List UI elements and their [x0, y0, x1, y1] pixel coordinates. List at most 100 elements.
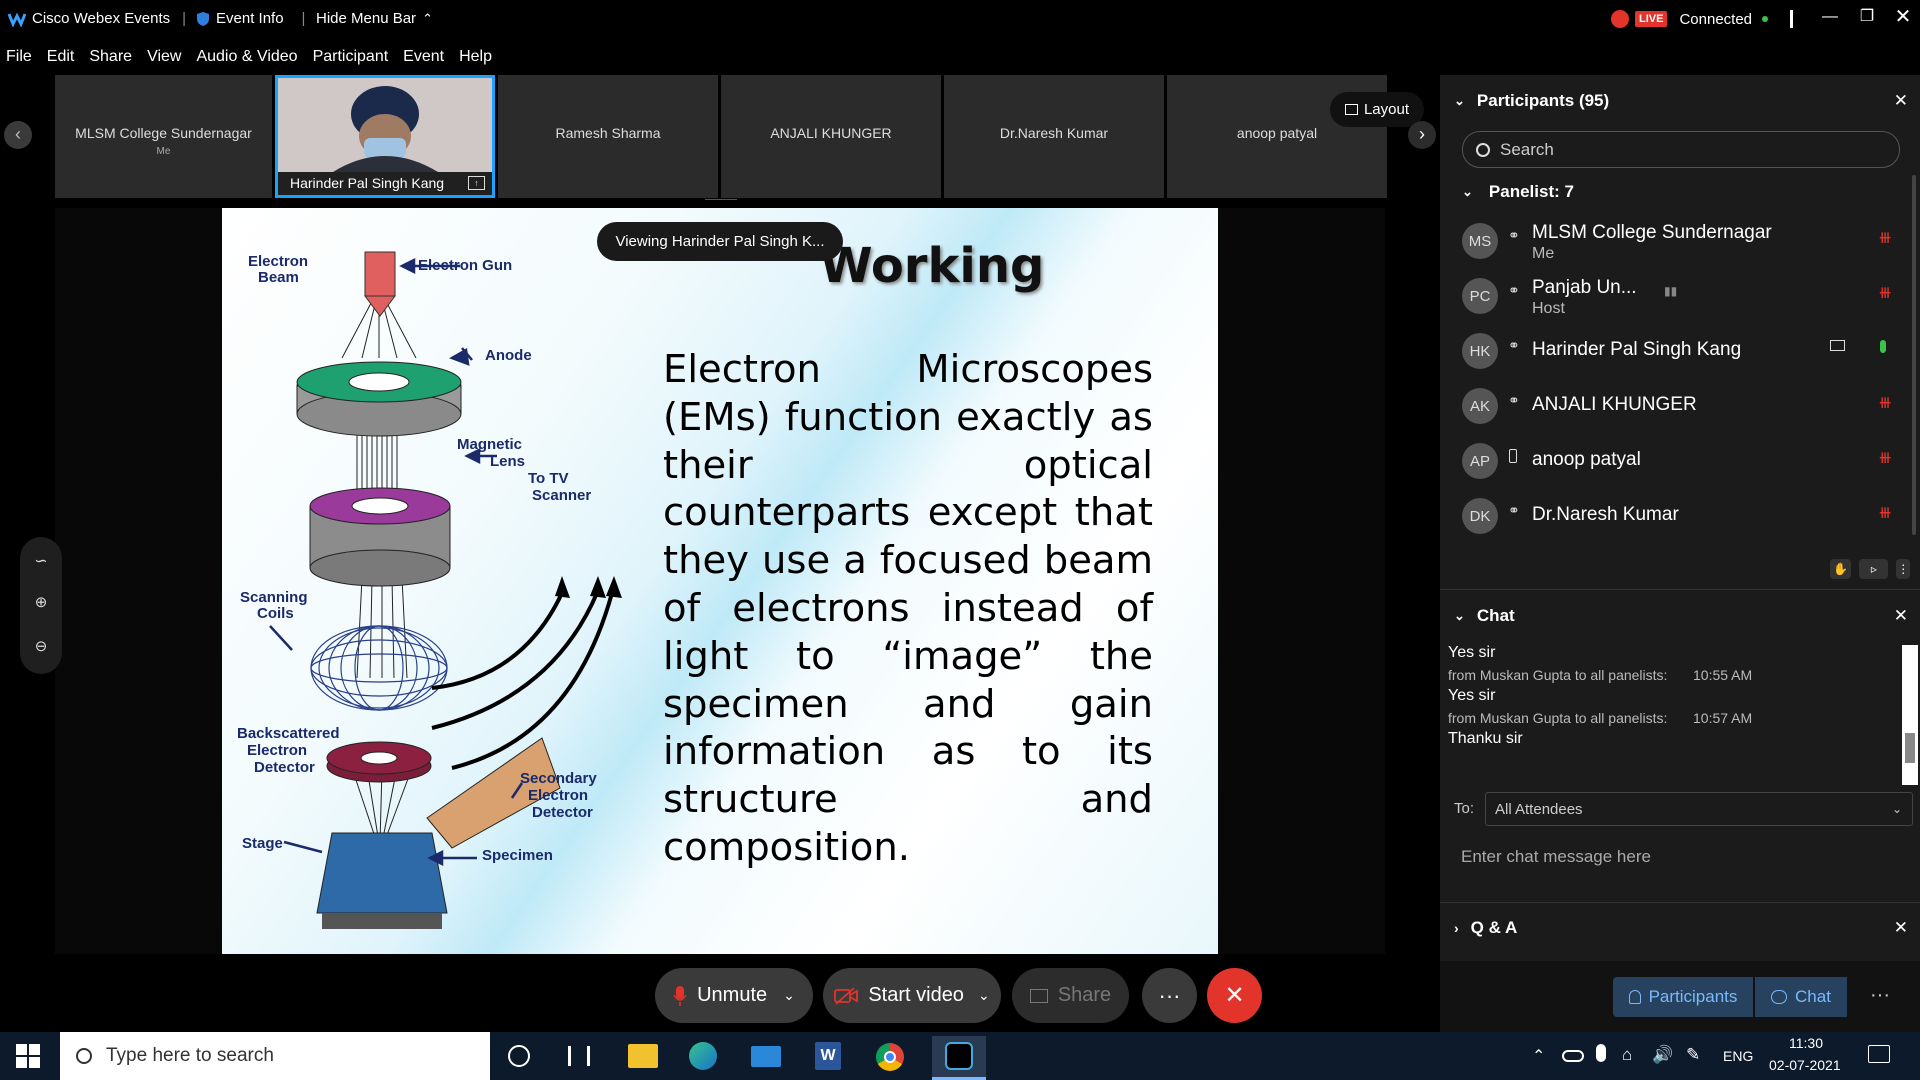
participant-name: MLSM College Sundernagar [1532, 222, 1772, 243]
menu-help[interactable]: Help [459, 48, 492, 66]
close-window-button[interactable]: ✕ [1888, 4, 1918, 28]
video-off-icon [834, 986, 859, 1005]
mic-muted-icon [673, 985, 687, 1006]
mic-muted-icon[interactable]: ⧻ [1878, 283, 1892, 303]
unmute-button[interactable]: Unmute ⌄ [655, 968, 813, 1023]
zoom-in-icon[interactable]: ⊕ [30, 593, 52, 615]
onedrive-icon[interactable] [1562, 1050, 1584, 1062]
chat-input[interactable]: Enter chat message here [1454, 833, 1904, 881]
menu-participant[interactable]: Participant [313, 48, 389, 66]
participant-row[interactable]: MS ⚭ MLSM College Sundernagar Me ⧻ [1440, 213, 1910, 268]
divider [1440, 902, 1920, 903]
microphone-icon[interactable] [1596, 1044, 1606, 1062]
more-vertical-icon[interactable]: ⋮ [1896, 559, 1910, 579]
close-icon[interactable]: ✕ [1894, 606, 1908, 626]
share-button[interactable]: Share [1012, 968, 1129, 1023]
chrome-icon[interactable] [876, 1043, 904, 1071]
word-icon[interactable]: W [815, 1042, 841, 1070]
chat-time: 10:57 AM [1693, 710, 1753, 726]
qa-header[interactable]: › Q & A ✕ [1440, 906, 1920, 950]
mic-muted-icon[interactable]: ⧻ [1878, 228, 1892, 248]
presentation-slide: Working Electron Microscopes (EMs) funct… [222, 208, 1218, 954]
edge-icon[interactable] [689, 1042, 717, 1070]
volume-icon[interactable]: 🔊 [1652, 1045, 1673, 1065]
tray-chevron-up-icon[interactable]: ⌃ [1532, 1046, 1545, 1066]
zoom-out-icon[interactable]: ⊖ [30, 637, 52, 659]
leave-button[interactable]: ✕ [1207, 968, 1262, 1023]
chat-toggle-button[interactable]: Chat [1755, 977, 1847, 1017]
chat-recipient-select[interactable]: All Attendees ⌄ [1485, 792, 1913, 826]
wifi-icon[interactable]: ⌂ [1622, 1045, 1632, 1065]
hide-menu-bar-button[interactable]: Hide Menu Bar ⌃ [316, 10, 433, 27]
event-info-button[interactable]: Event Info | [196, 10, 305, 27]
chevron-down-icon[interactable]: ⌄ [1454, 608, 1465, 624]
mic-muted-icon[interactable]: ⧻ [1878, 448, 1892, 468]
strip-next-button[interactable]: › [1408, 121, 1436, 149]
panel-more-button[interactable]: ··· [1850, 977, 1910, 1017]
participant-row[interactable]: PC ⚭ Panjab Un... Host ▮▮ ⧻ [1440, 268, 1910, 323]
webex-taskbar-icon[interactable] [932, 1036, 986, 1080]
participant-row[interactable]: DK ⚭ Dr.Naresh Kumar ⧻ [1440, 488, 1910, 543]
chevron-down-icon: ⌄ [783, 987, 795, 1003]
menu-share[interactable]: Share [89, 48, 132, 66]
hide-menu-bar-label: Hide Menu Bar [316, 10, 417, 27]
announce-icon[interactable]: ▹ [1859, 559, 1889, 579]
video-tile-naresh[interactable]: Dr.Naresh Kumar [944, 75, 1164, 198]
participant-search[interactable]: Search [1462, 131, 1900, 168]
raise-hand-icon[interactable]: ✋ [1830, 559, 1852, 579]
participant-row[interactable]: HK ⚭ Harinder Pal Singh Kang [1440, 323, 1910, 378]
menu-audio-video[interactable]: Audio & Video [196, 48, 297, 66]
pen-icon[interactable]: ✎ [1686, 1045, 1700, 1065]
notifications-icon[interactable] [1868, 1045, 1890, 1063]
close-icon[interactable]: ✕ [1894, 918, 1908, 938]
task-view-icon[interactable] [568, 1046, 590, 1066]
mail-icon[interactable] [751, 1046, 781, 1067]
language-indicator[interactable]: ENG [1723, 1048, 1753, 1064]
more-options-button[interactable]: ··· [1142, 968, 1197, 1023]
participants-toggle-button[interactable]: Participants [1613, 977, 1753, 1017]
layout-button[interactable]: Layout [1330, 92, 1424, 127]
search-placeholder: Search [1500, 139, 1554, 159]
live-indicator: LIVE Connected [1611, 10, 1769, 28]
mic-active-icon[interactable] [1880, 340, 1886, 353]
chevron-down-icon: ⌄ [1462, 184, 1473, 199]
video-tile-harinder[interactable]: Harinder Pal Singh Kang ↑ [275, 75, 495, 198]
record-icon [1611, 10, 1629, 28]
mic-muted-icon[interactable]: ⧻ [1878, 393, 1892, 413]
participant-role: Me [1532, 245, 1555, 262]
taskbar-search[interactable]: Type here to search [60, 1032, 490, 1080]
chevron-down-icon[interactable]: ⌄ [1454, 93, 1465, 109]
mic-muted-icon[interactable]: ⧻ [1878, 503, 1892, 523]
clock-time[interactable]: 11:30 [1789, 1035, 1823, 1051]
chevron-right-icon: › [1454, 920, 1459, 936]
participant-row[interactable]: AP anoop patyal ⧻ [1440, 433, 1910, 488]
svg-text:Lens: Lens [490, 453, 525, 470]
chat-scrollbar[interactable] [1902, 645, 1918, 785]
start-video-button[interactable]: Start video ⌄ [823, 968, 1001, 1023]
chat-toggle-label: Chat [1795, 987, 1831, 1006]
menu-file[interactable]: File [6, 48, 32, 66]
video-tile-mlsm[interactable]: MLSM College Sundernagar Me [55, 75, 272, 198]
participants-scrollbar[interactable] [1912, 175, 1916, 535]
start-button[interactable] [16, 1044, 42, 1068]
avatar: HK [1462, 333, 1498, 369]
cortana-icon[interactable] [508, 1045, 530, 1067]
strip-prev-button[interactable]: ‹ [4, 121, 32, 149]
participant-row[interactable]: AK ⚭ ANJALI KHUNGER ⧻ [1440, 378, 1910, 433]
video-tile-anjali[interactable]: ANJALI KHUNGER [721, 75, 941, 198]
tile-name: Ramesh Sharma [555, 125, 661, 141]
clock-date[interactable]: 02-07-2021 [1769, 1057, 1841, 1073]
menu-edit[interactable]: Edit [47, 48, 75, 66]
menu-event[interactable]: Event [403, 48, 444, 66]
close-icon[interactable]: ✕ [1894, 91, 1908, 111]
participant-role: Host [1532, 300, 1565, 317]
video-tile-ramesh[interactable]: Ramesh Sharma [498, 75, 718, 198]
viewing-badge: Viewing Harinder Pal Singh K... [597, 222, 843, 261]
file-explorer-icon[interactable] [628, 1044, 658, 1068]
minimize-button[interactable]: — [1815, 8, 1845, 30]
scroll-thumb[interactable] [1905, 733, 1915, 763]
restore-button[interactable]: ❐ [1852, 6, 1882, 28]
annotate-pen-icon[interactable]: ∽ [30, 551, 52, 573]
menu-view[interactable]: View [147, 48, 181, 66]
panelist-group-header[interactable]: ⌄ Panelist: 7 [1462, 182, 1574, 202]
